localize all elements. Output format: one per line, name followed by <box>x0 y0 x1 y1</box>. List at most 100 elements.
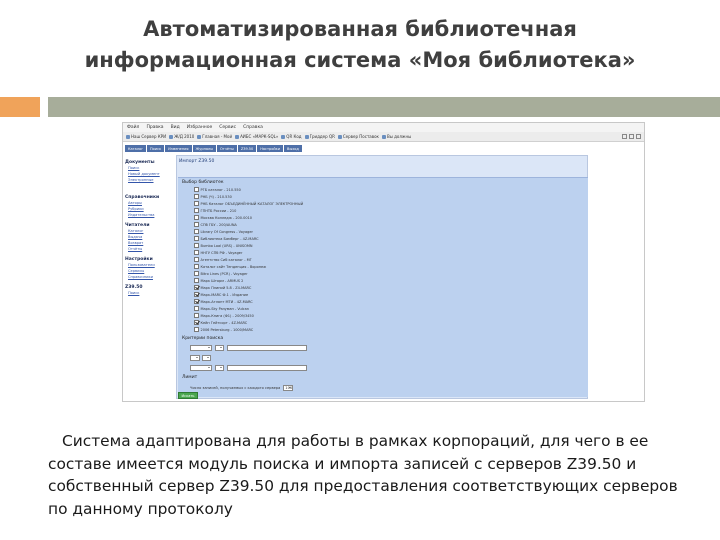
server-row[interactable]: Bitro Lines (PCR) - Voyager <box>194 270 588 277</box>
condition-select[interactable] <box>215 365 224 371</box>
menu-favorites[interactable]: Избранное <box>187 125 213 130</box>
server-checkbox[interactable] <box>194 306 199 311</box>
server-checkbox[interactable] <box>194 320 199 325</box>
bookmark-6[interactable]: Гриддер QR <box>304 134 335 139</box>
bookmark-label: Ж/Д 2010 <box>174 134 195 139</box>
bookmark-label: Главная - Мой <box>202 134 233 139</box>
server-checkbox[interactable] <box>194 222 199 227</box>
body-line-2: составе имеется модуль поиска и импорта … <box>48 454 637 473</box>
menu-view[interactable]: Вид <box>171 125 180 130</box>
bookmark-4[interactable]: АИБС «МАРК-SQL» <box>235 134 278 139</box>
limit-label: Число записей, получаемых с каждого серв… <box>190 386 281 390</box>
server-row[interactable]: РГБ каталог - 210.550 <box>194 186 588 193</box>
server-checkbox[interactable] <box>194 285 199 290</box>
tab-changes[interactable]: Изменения <box>165 145 192 152</box>
body-line-1: Система адаптирована для работы в рамках… <box>62 432 649 450</box>
browser-menubar: Файл Правка Вид Избранное Сервис Справка <box>123 123 644 132</box>
server-row[interactable]: Марк-Sky Разуман - Vulcan <box>194 305 588 312</box>
server-row[interactable]: Марк Шторм - ARMUS 2 <box>194 277 588 284</box>
server-checkbox[interactable] <box>194 236 199 241</box>
tab-search[interactable]: Поиск <box>147 145 165 152</box>
server-row[interactable]: Марк-Книга (Ф1) - 2009/3450 <box>194 312 588 319</box>
menu-tools[interactable]: Сервис <box>219 125 236 130</box>
bookmark-3[interactable]: Главная - Мой <box>197 134 232 139</box>
operator-select-2[interactable] <box>202 355 211 361</box>
server-row[interactable]: Марк-MARC Ф.1 - Издание <box>194 291 588 298</box>
tab-reports[interactable]: Отчёты <box>217 145 237 152</box>
server-row[interactable]: Библиотека Бамберг - 4Z-MARC <box>194 235 588 242</box>
bookmark-8[interactable]: Вы должны <box>381 134 412 139</box>
server-label: Library Of Congress - Voyager <box>200 229 253 234</box>
tab-catalog[interactable]: Каталог <box>125 145 147 152</box>
server-checkbox[interactable] <box>194 229 199 234</box>
server-row[interactable]: 2006 Petersburg - 1000/MARC <box>194 326 588 333</box>
server-checkbox[interactable] <box>194 264 199 269</box>
sidebar-link[interactable]: Издательства <box>128 212 171 218</box>
server-row[interactable]: Агентство Сиб каталог - МГ <box>194 256 588 263</box>
server-label: ГПНТБ России - 210 <box>200 208 237 213</box>
server-checkbox[interactable] <box>194 299 199 304</box>
maximize-icon[interactable] <box>629 134 634 139</box>
bookmark-label: Сервер Поставок <box>342 134 379 139</box>
bookmark-label: АИБС «МАРК-SQL» <box>240 134 279 139</box>
bookmark-label: Наш Сервер КРИ <box>131 134 167 139</box>
close-icon[interactable] <box>636 134 641 139</box>
server-checkbox[interactable] <box>194 327 199 332</box>
server-row[interactable]: ГПНТБ России - 210 <box>194 207 588 214</box>
server-checkbox[interactable] <box>194 271 199 276</box>
tab-settings[interactable]: Настройки <box>257 145 284 152</box>
page-icon <box>235 134 240 139</box>
server-checkbox[interactable] <box>194 257 199 262</box>
server-label: 2006 Petersburg - 1000/MARC <box>200 327 254 332</box>
server-row[interactable]: РНБ (Ч) - 210.530 <box>194 193 588 200</box>
operator-select[interactable] <box>190 355 200 361</box>
search-input[interactable] <box>227 365 307 371</box>
server-checkbox[interactable] <box>194 313 199 318</box>
server-row[interactable]: ННГУ СПб РФ - Voyager <box>194 249 588 256</box>
tab-exit[interactable]: Выход <box>284 145 302 152</box>
server-row[interactable]: СПб ГБУ - 200/AUNA <box>194 221 588 228</box>
tab-journals[interactable]: Журналы <box>192 145 217 152</box>
sidebar-link[interactable]: Электронные <box>128 177 171 183</box>
tab-z3950[interactable]: Z39.50 <box>237 145 257 152</box>
server-checkbox[interactable] <box>194 278 199 283</box>
server-checkbox[interactable] <box>194 194 199 199</box>
field-select[interactable] <box>190 365 212 371</box>
server-checkbox[interactable] <box>194 250 199 255</box>
field-select[interactable] <box>190 345 212 351</box>
sidebar-link[interactable]: Справочники <box>128 274 171 280</box>
condition-select[interactable] <box>215 345 224 351</box>
server-label: Марк-Книга (Ф1) - 2009/3450 <box>200 313 254 318</box>
server-row[interactable]: Library Of Congress - Voyager <box>194 228 588 235</box>
menu-edit[interactable]: Правка <box>146 125 163 130</box>
server-row[interactable]: Марк-Атлант МТИ - 4Z-MARC <box>194 298 588 305</box>
server-row[interactable]: Bumbo Loal (URS) - UNISOMN <box>194 242 588 249</box>
server-checkbox[interactable] <box>194 208 199 213</box>
server-checkbox[interactable] <box>194 215 199 220</box>
bookmark-5[interactable]: QR Код <box>281 134 302 139</box>
server-row[interactable]: Каталог сайт Тенденция - Воронеж <box>194 263 588 270</box>
server-row[interactable]: Кейп Гейтсорт - 4Z-MARC <box>194 319 588 326</box>
server-checkbox[interactable] <box>194 243 199 248</box>
app-tabs: Каталог Поиск Изменения Журналы Отчёты Z… <box>123 143 644 152</box>
bookmark-label: Вы должны <box>386 134 412 139</box>
server-checkbox[interactable] <box>194 292 199 297</box>
bookmark-1[interactable]: Наш Сервер КРИ <box>126 134 166 139</box>
server-label: СПб ГБУ - 200/AUNA <box>200 222 237 227</box>
menu-help[interactable]: Справка <box>243 125 263 130</box>
minimize-icon[interactable] <box>622 134 627 139</box>
search-input[interactable] <box>227 345 307 351</box>
z3950-form: Выбор библиотек РГБ каталог - 210.550 РНБ… <box>178 177 588 397</box>
sidebar-link[interactable]: Отчёты <box>128 246 171 252</box>
menu-file[interactable]: Файл <box>127 125 139 130</box>
bookmark-2[interactable]: Ж/Д 2010 <box>169 134 194 139</box>
server-checkbox[interactable] <box>194 201 199 206</box>
limit-select[interactable]: 100 <box>283 385 294 391</box>
search-button[interactable]: Искать <box>178 392 198 399</box>
server-checkbox[interactable] <box>194 187 199 192</box>
server-row[interactable]: РНБ Каталог ОБЪЕДИНЁННЫЙ КАТАЛОГ ЭЛЕКТРО… <box>194 200 588 207</box>
sidebar-link[interactable]: Поиск <box>128 290 171 296</box>
bookmark-7[interactable]: Сервер Поставок <box>337 134 379 139</box>
server-row[interactable]: Москва Колледж - 200.0010 <box>194 214 588 221</box>
server-row[interactable]: Марк Плиний 5.8 - Z4-MARC <box>194 284 588 291</box>
